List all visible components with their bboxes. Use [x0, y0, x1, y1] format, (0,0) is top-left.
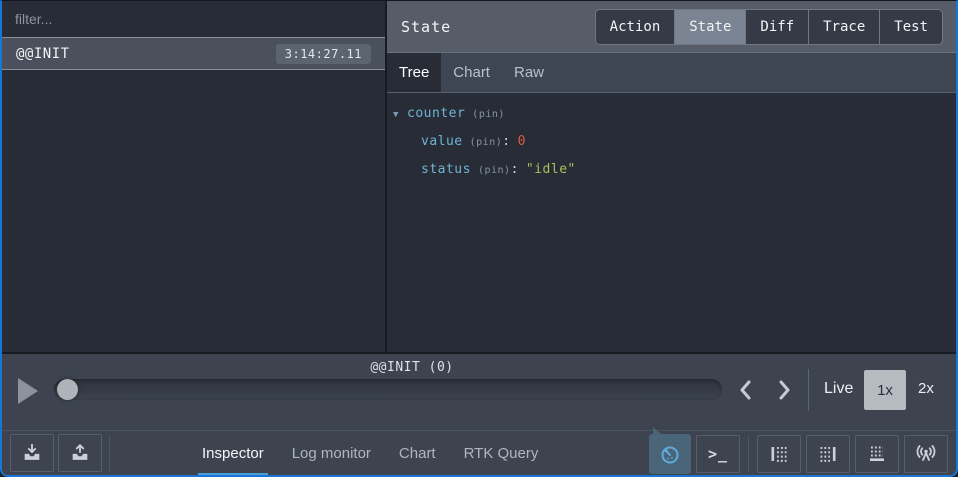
import-export-group [10, 434, 113, 472]
play-icon [18, 378, 38, 404]
action-list-item[interactable]: @@INIT 3:14:27.11 [2, 37, 385, 70]
tab-state[interactable]: State [674, 10, 745, 44]
speed-2x-button[interactable]: 2x [918, 380, 934, 397]
dispatcher-button[interactable]: >_ [696, 435, 740, 473]
redux-devtools-window: @@INIT 3:14:27.11 State Action State Dif… [0, 0, 958, 477]
subtab-tree[interactable]: Tree [387, 53, 441, 92]
toolbar-divider [748, 436, 749, 472]
dock-bottom-icon [866, 443, 888, 465]
tab-trace[interactable]: Trace [808, 10, 879, 44]
timeline-slider[interactable] [54, 379, 722, 400]
toolbar-divider [109, 435, 110, 471]
time-travel-button[interactable] [649, 434, 691, 474]
state-header: State Action State Diff Trace Test [387, 1, 956, 53]
inspector-tab-group: Action State Diff Trace Test [595, 9, 943, 45]
main-area: @@INIT 3:14:27.11 State Action State Dif… [2, 1, 956, 352]
pin-label[interactable]: (pin) [472, 109, 505, 120]
playback-divider [808, 369, 809, 411]
tree-key: counter [407, 106, 465, 121]
chevron-right-icon [774, 379, 794, 401]
collapse-arrow-icon[interactable]: ▼ [393, 110, 407, 120]
subtab-raw[interactable]: Raw [502, 53, 556, 92]
panel-title: State [401, 18, 451, 36]
filter-input[interactable] [15, 11, 372, 27]
speed-1x-button[interactable]: 1x [864, 370, 906, 410]
state-view-subtabs: Tree Chart Raw [387, 53, 956, 93]
tab-inspector[interactable]: Inspector [198, 431, 268, 476]
key-value-separator: : [502, 134, 510, 149]
remote-button[interactable] [904, 435, 948, 473]
export-button[interactable] [58, 434, 102, 472]
dock-left-button[interactable] [757, 435, 801, 473]
tab-chart[interactable]: Chart [395, 431, 440, 476]
subtab-chart[interactable]: Chart [441, 53, 502, 92]
tree-node-counter[interactable]: ▼ counter (pin) [393, 106, 950, 134]
tree-node-status[interactable]: status (pin) : "idle" [421, 162, 950, 190]
current-action-label: @@INIT (0) [57, 360, 767, 375]
pin-label[interactable]: (pin) [470, 137, 503, 148]
live-button[interactable]: Live [824, 380, 853, 398]
tree-key: status [421, 162, 471, 177]
time-travel-icon [658, 442, 682, 466]
tab-action[interactable]: Action [596, 10, 675, 44]
action-name: @@INIT [16, 46, 70, 62]
tree-value-number: 0 [518, 134, 526, 149]
tree-key: value [421, 134, 463, 149]
playback-section: @@INIT (0) Live 1x 2x [2, 352, 956, 430]
key-value-separator: : [511, 162, 519, 177]
tab-log-monitor[interactable]: Log monitor [288, 431, 375, 476]
import-button[interactable] [10, 434, 54, 472]
state-panel: State Action State Diff Trace Test Tree … [387, 1, 956, 352]
dock-right-icon [817, 443, 839, 465]
dock-bottom-button[interactable] [855, 435, 899, 473]
tree-value-string: "idle" [526, 162, 576, 177]
toolbar-right-group: >_ [649, 434, 948, 474]
chevron-left-icon [736, 379, 756, 401]
dock-left-icon [768, 443, 790, 465]
timeline-slider-thumb[interactable] [57, 379, 78, 400]
state-tree: ▼ counter (pin) value (pin) : 0 status (… [387, 93, 956, 203]
tab-test[interactable]: Test [879, 10, 942, 44]
filter-bar [2, 1, 385, 37]
dock-right-button[interactable] [806, 435, 850, 473]
step-back-button[interactable] [732, 376, 760, 404]
action-timestamp-badge: 3:14:27.11 [276, 44, 371, 64]
tree-node-value[interactable]: value (pin) : 0 [421, 134, 950, 162]
remote-icon [914, 442, 938, 466]
monitor-tabs: Inspector Log monitor Chart RTK Query [198, 431, 542, 476]
export-icon [69, 442, 91, 464]
play-button[interactable] [18, 377, 44, 405]
pin-label[interactable]: (pin) [478, 165, 511, 176]
tab-diff[interactable]: Diff [745, 10, 808, 44]
tab-rtk-query[interactable]: RTK Query [460, 431, 543, 476]
action-list-panel: @@INIT 3:14:27.11 [2, 1, 385, 352]
bottom-toolbar: Inspector Log monitor Chart RTK Query >_ [2, 430, 956, 475]
step-forward-button[interactable] [770, 376, 798, 404]
terminal-icon: >_ [708, 445, 728, 463]
import-icon [21, 442, 43, 464]
